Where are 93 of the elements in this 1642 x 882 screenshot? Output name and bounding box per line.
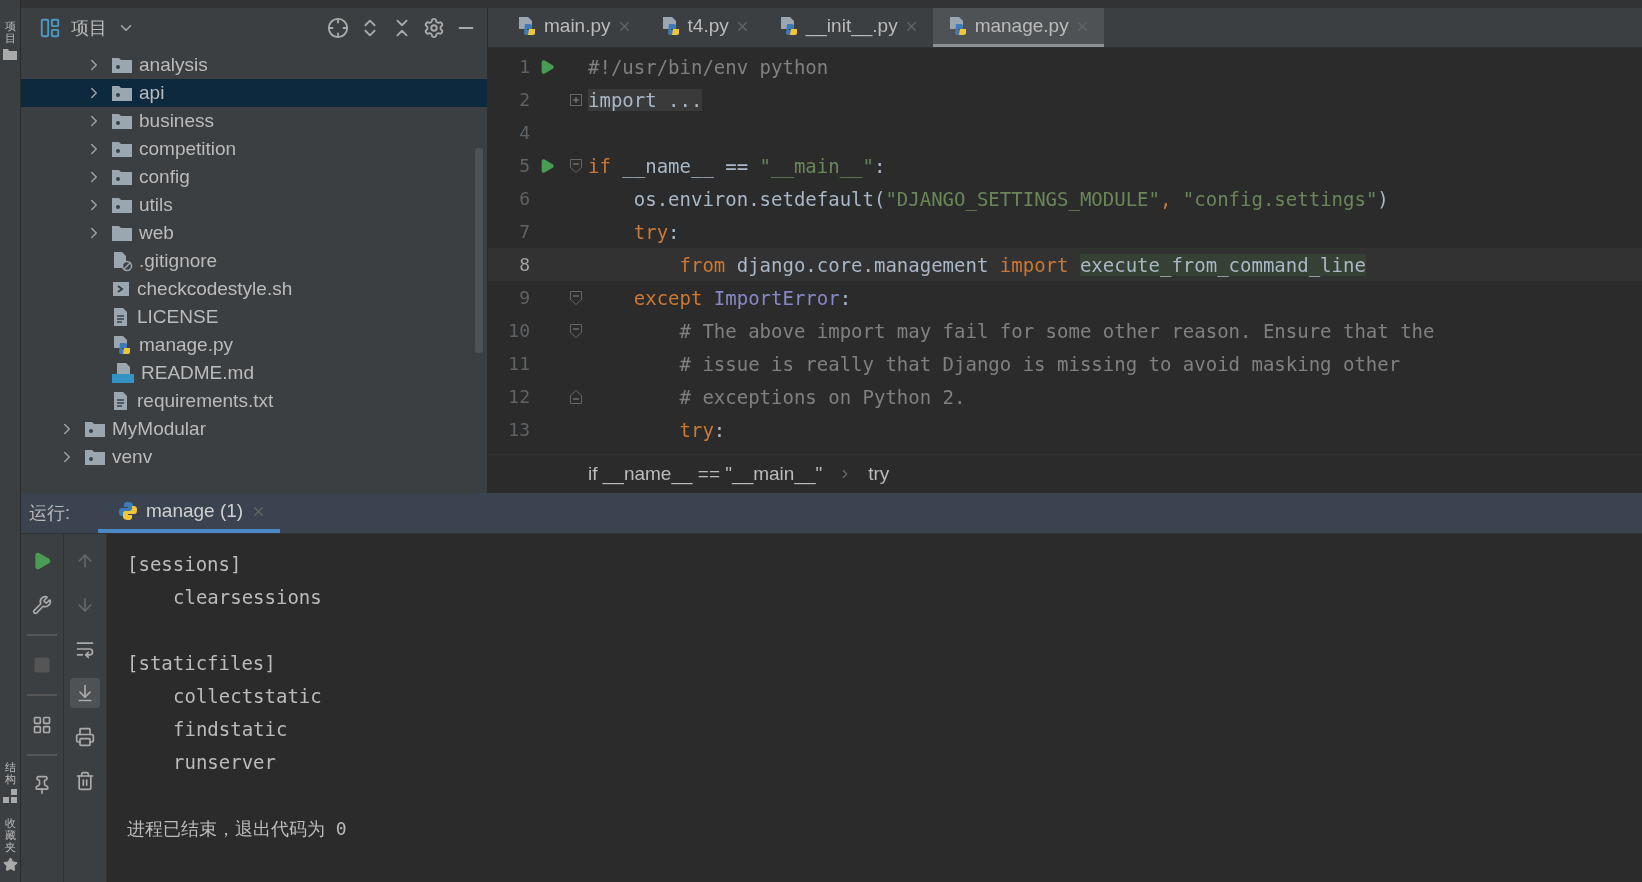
code-line: except ImportError:: [632, 286, 852, 309]
tree-item[interactable]: business: [21, 107, 487, 135]
run-gutter-icon[interactable]: [539, 58, 555, 75]
code-line: if __name__ == "__main__":: [588, 154, 886, 177]
folder-icon: [84, 420, 106, 438]
line-number: 8: [518, 254, 530, 275]
python-file-icon: [516, 15, 538, 37]
python-file-icon: [111, 334, 133, 356]
tool-window-label[interactable]: 结构: [4, 760, 16, 785]
console-line: collectstatic: [172, 684, 323, 709]
locate-icon[interactable]: [327, 16, 349, 39]
pin-icon[interactable]: [32, 775, 52, 795]
line-number: 12: [507, 386, 530, 407]
folder-icon: [111, 84, 133, 102]
run-gutter-icon[interactable]: [539, 157, 555, 174]
ignored-file-icon: [111, 250, 133, 272]
code-line: #!/usr/bin/env python: [588, 55, 829, 78]
tool-window-label[interactable]: 项目: [4, 20, 16, 45]
folder-icon: [111, 196, 133, 214]
line-number: 6: [518, 188, 530, 209]
code-line: # The above import may fail for some other reason. Ensure that the: [678, 319, 1435, 342]
code-line: try:: [678, 418, 726, 441]
tree-item[interactable]: utils: [21, 191, 487, 219]
editor-tab[interactable]: manage.py: [932, 8, 1104, 47]
line-number: 7: [518, 221, 530, 242]
folder-icon: [111, 112, 133, 130]
editor-tab[interactable]: t4.py: [645, 8, 764, 47]
fold-collapse-icon[interactable]: [570, 158, 582, 173]
console-line: [staticfiles]: [127, 651, 277, 676]
folder-icon: [3, 48, 17, 61]
breadcrumb[interactable]: try: [868, 463, 890, 485]
code-line: from django.core.management import execute_from_command_line: [678, 253, 1366, 276]
code-line: try:: [632, 220, 680, 243]
arrow-down-to-line-icon: [75, 683, 95, 703]
console-line: clearsessions: [172, 585, 323, 610]
tree-item[interactable]: LICENSE: [21, 303, 487, 331]
line-number: 9: [518, 287, 530, 308]
line-number: 13: [507, 419, 530, 440]
line-number: 10: [507, 320, 530, 341]
tree-item[interactable]: venv: [21, 443, 487, 471]
tree-item[interactable]: api: [21, 79, 487, 107]
markdown-file-icon: [111, 362, 135, 384]
line-number: 4: [518, 122, 530, 143]
run-tab[interactable]: manage (1): [98, 493, 281, 533]
folder-icon: [111, 224, 133, 242]
fold-collapse-icon[interactable]: [570, 290, 582, 305]
terminal-file-icon: [111, 279, 131, 299]
tree-item[interactable]: requirements.txt: [21, 387, 487, 415]
folder-icon: [111, 168, 133, 186]
trash-icon[interactable]: [75, 771, 95, 791]
console-line: findstatic: [172, 717, 289, 742]
panel-title: 运行:: [29, 502, 70, 525]
fold-expand-icon[interactable]: [570, 93, 582, 106]
tree-item[interactable]: manage.py: [21, 331, 487, 359]
project-view-icon: [39, 16, 61, 39]
line-number: 1: [518, 56, 530, 77]
scroll-to-end-button[interactable]: [70, 678, 100, 708]
tree-item[interactable]: analysis: [21, 51, 487, 79]
tree-item[interactable]: checkcodestyle.sh: [21, 275, 487, 303]
folder-icon: [111, 56, 133, 74]
wrench-icon[interactable]: [32, 595, 52, 615]
panel-title: 项目: [71, 16, 107, 40]
layout-icon[interactable]: [32, 715, 52, 735]
tree-item[interactable]: competition: [21, 135, 487, 163]
breadcrumb[interactable]: if __name__ == "__main__": [588, 463, 823, 485]
code-line: # issue is really that Django is missing to avoid masking other: [678, 352, 1401, 375]
editor-tab[interactable]: __init__.py: [763, 8, 933, 47]
tree-item[interactable]: MyModular: [21, 415, 487, 443]
printer-icon[interactable]: [75, 727, 95, 747]
tree-item[interactable]: README.md: [21, 359, 487, 387]
tree-item[interactable]: config: [21, 163, 487, 191]
python-icon: [118, 501, 138, 521]
tree-item[interactable]: web: [21, 219, 487, 247]
wrap-text-icon[interactable]: [75, 639, 95, 659]
tree-item[interactable]: .gitignore: [21, 247, 487, 275]
star-icon: [2, 857, 18, 872]
tool-window-label[interactable]: 收藏夹: [4, 816, 16, 853]
code-line: # exceptions on Python 2.: [678, 385, 966, 408]
code-line: os.environ.setdefault("DJANGO_SETTINGS_MODULE", "config.settings"): [632, 187, 1389, 210]
line-number: 5: [518, 155, 530, 176]
settings-icon[interactable]: [423, 16, 445, 39]
console-line: runserver: [172, 750, 277, 775]
fold-collapse-icon[interactable]: [570, 323, 582, 338]
editor-tab[interactable]: main.py: [502, 8, 646, 47]
line-number: 2: [518, 89, 530, 110]
folder-icon: [84, 448, 106, 466]
console-line: [sessions]: [127, 552, 243, 577]
structure-icon: [3, 788, 17, 803]
fold-end-icon[interactable]: [570, 389, 582, 404]
folder-icon: [111, 140, 133, 158]
run-icon[interactable]: [32, 551, 52, 571]
console-line: 进程已结束，退出代码为 0: [127, 817, 348, 841]
line-number: 11: [507, 353, 530, 374]
